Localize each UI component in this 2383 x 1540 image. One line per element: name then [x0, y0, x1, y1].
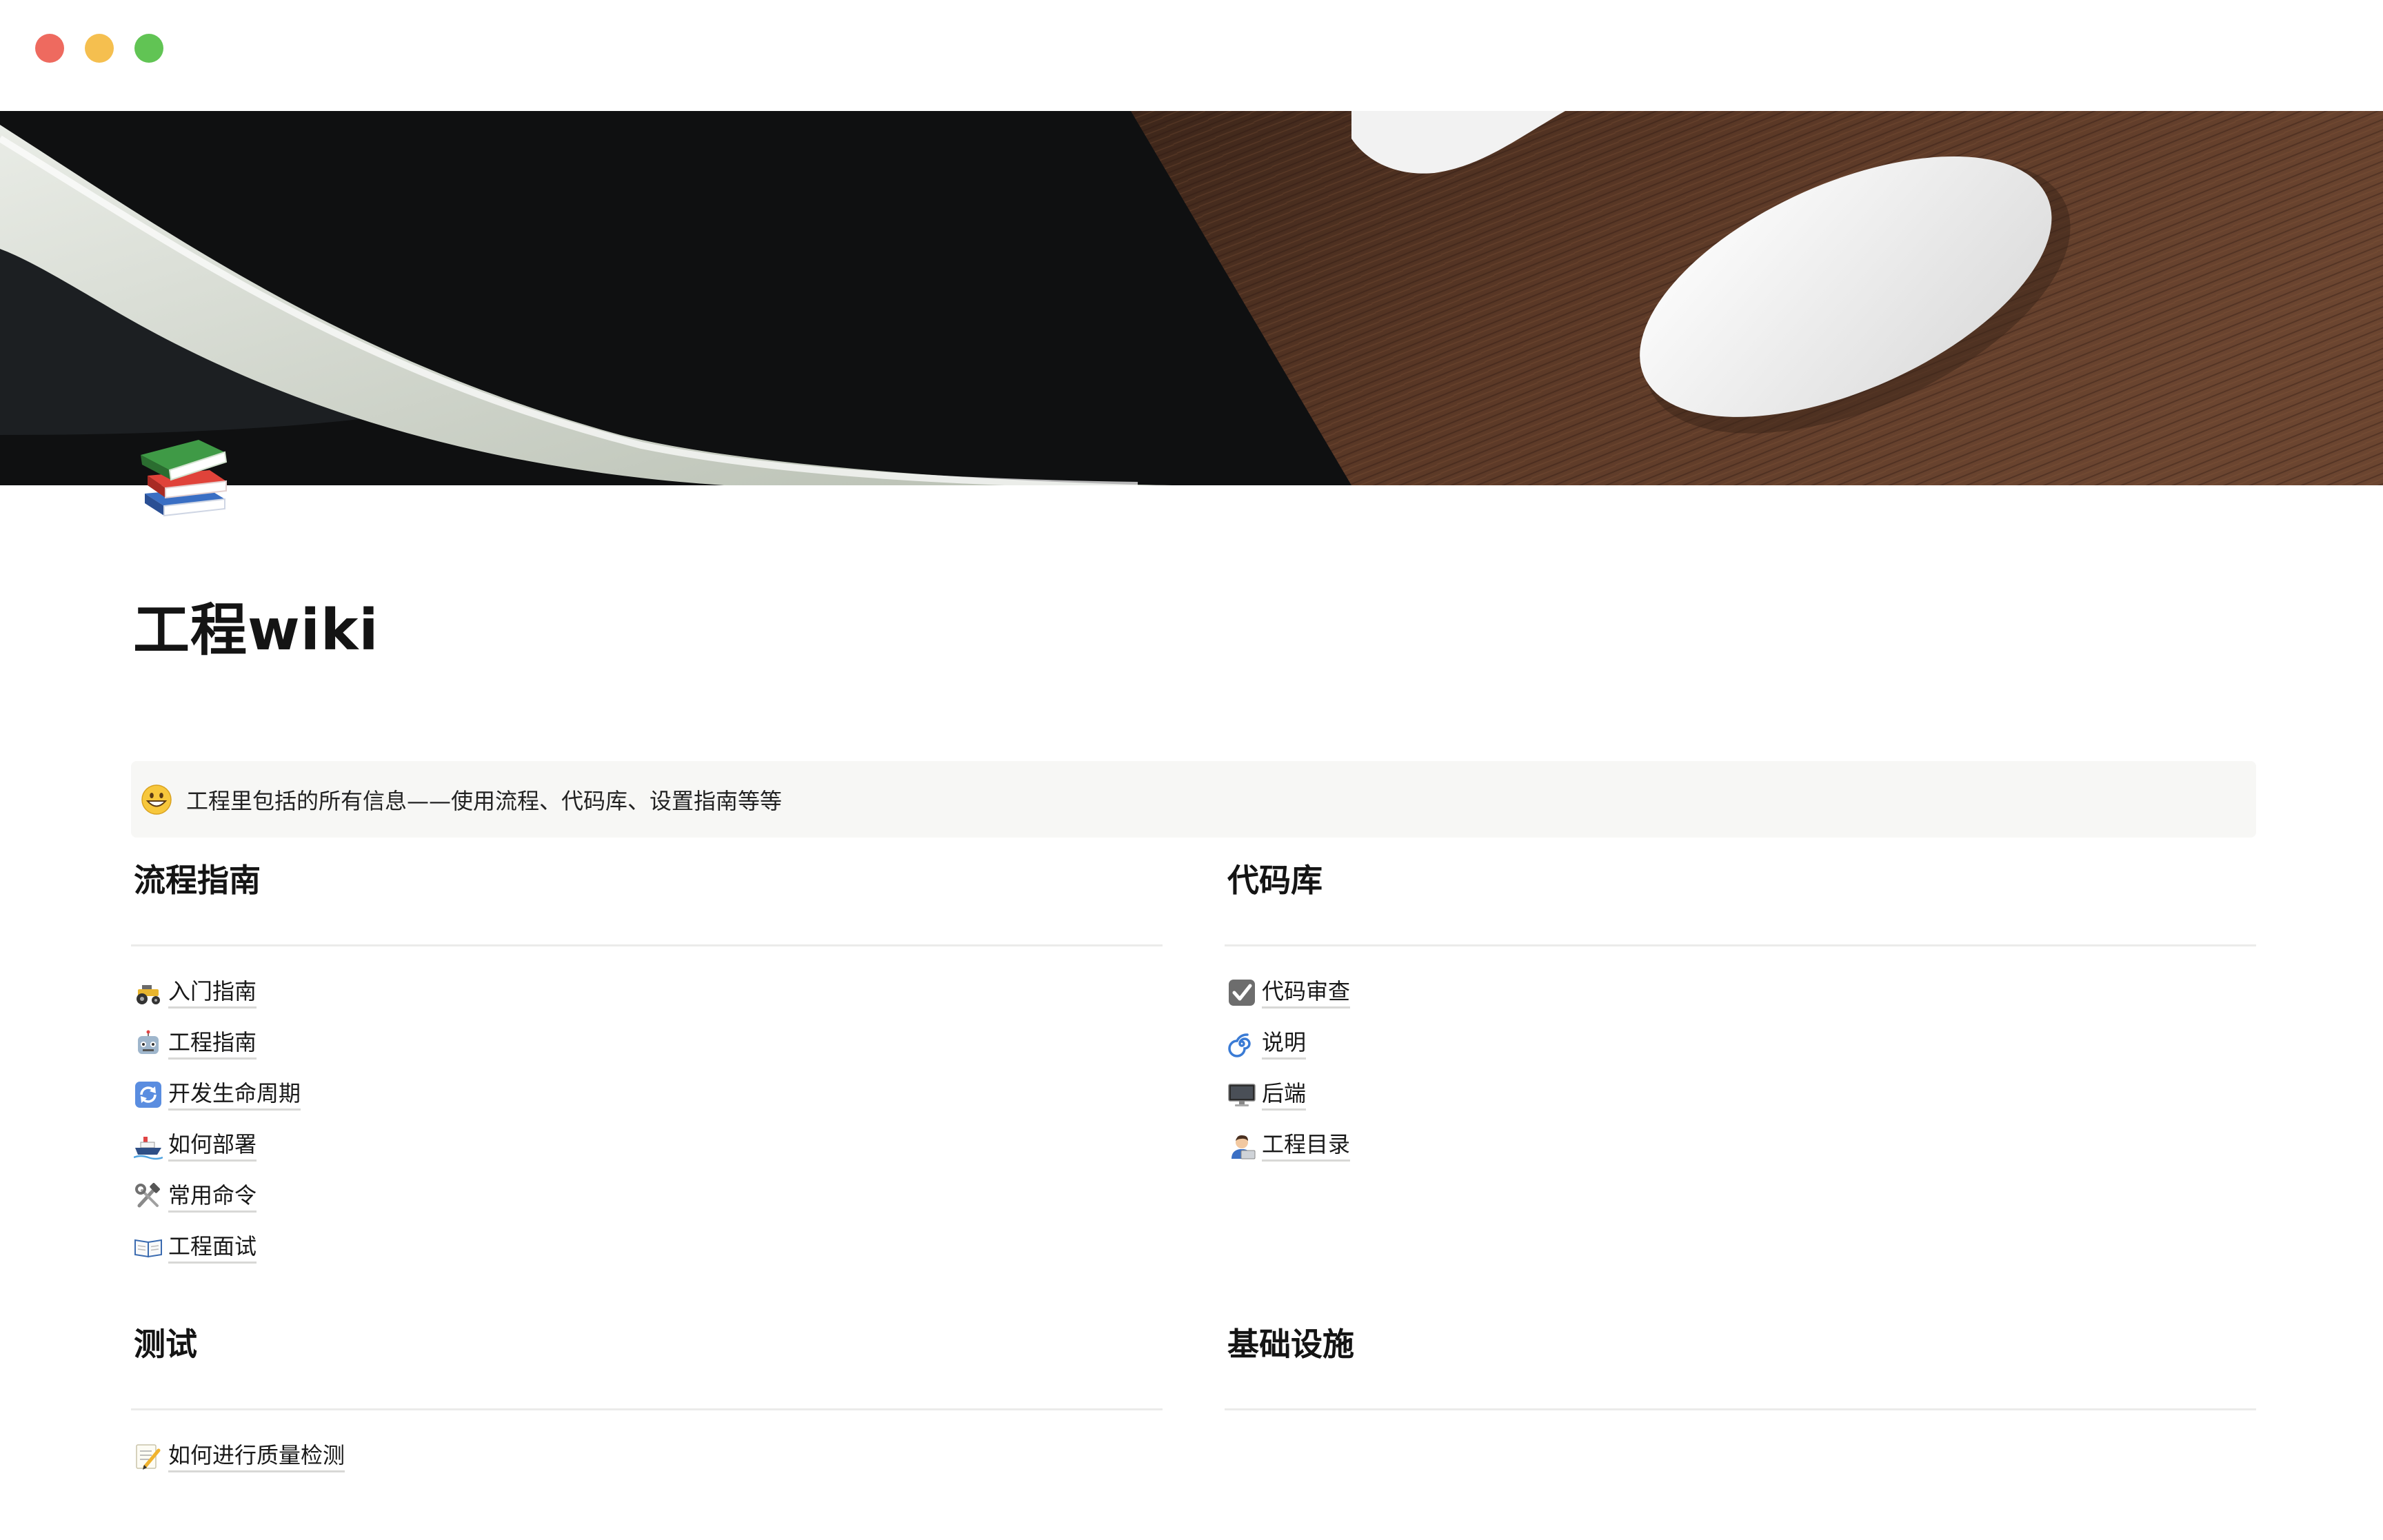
cyclone-icon	[1228, 1033, 1251, 1057]
hammer-and-wrench-icon	[135, 1183, 160, 1208]
list-item-label: 开发生命周期	[168, 1080, 301, 1111]
list-item-deploy[interactable]: 如何部署	[131, 1120, 1163, 1171]
minimize-window-button[interactable]	[85, 34, 114, 63]
section-testing: 测试 如何进行质量检测	[131, 1321, 1163, 1482]
tractor-icon	[137, 985, 160, 1004]
close-window-button[interactable]	[35, 34, 64, 63]
page-title[interactable]: 工程wiki	[133, 593, 379, 669]
callout-block[interactable]: 工程里包括的所有信息——使用流程、代码库、设置指南等等	[131, 761, 2256, 838]
section-codebase: 代码库 代码审查 说明 后端 工程目录	[1225, 858, 2256, 1171]
list-item-interview[interactable]: 工程面试	[131, 1222, 1163, 1273]
list-item-label: 工程面试	[168, 1233, 257, 1264]
callout-text: 工程里包括的所有信息——使用流程、代码库、设置指南等等	[186, 787, 783, 814]
list-item-label: 工程指南	[168, 1029, 257, 1060]
list-item-readme[interactable]: 说明	[1225, 1018, 2256, 1069]
divider	[131, 1408, 1163, 1410]
list-item-label: 入门指南	[168, 977, 257, 1009]
desktop-computer-icon	[1228, 1084, 1256, 1106]
arrows-cycle-icon	[135, 1082, 161, 1108]
list-item-label: 常用命令	[168, 1182, 257, 1213]
ship-icon	[134, 1137, 163, 1160]
zoom-window-button[interactable]	[134, 34, 163, 63]
check-box-icon	[1229, 980, 1255, 1006]
section-heading[interactable]: 代码库	[1225, 858, 2256, 903]
list-item-onboarding[interactable]: 入门指南	[131, 967, 1163, 1018]
list-item-label: 代码审查	[1262, 977, 1351, 1009]
robot-icon	[138, 1030, 159, 1054]
divider	[1225, 1408, 2256, 1410]
list-item-label: 后端	[1262, 1080, 1307, 1111]
list-item-label: 如何进行质量检测	[168, 1441, 345, 1472]
open-book-icon	[134, 1239, 162, 1258]
technologist-icon	[1231, 1135, 1256, 1159]
list-item-label: 工程目录	[1262, 1131, 1351, 1162]
section-infrastructure: 基础设施	[1225, 1321, 2256, 1410]
list-item-engineering-guide[interactable]: 工程指南	[131, 1018, 1163, 1069]
window-controls	[35, 34, 163, 63]
list-item-code-review[interactable]: 代码审查	[1225, 967, 2256, 1018]
section-heading[interactable]: 基础设施	[1225, 1321, 2256, 1367]
divider	[1225, 944, 2256, 946]
list-item-common-commands[interactable]: 常用命令	[131, 1171, 1163, 1222]
page-cover-image	[0, 111, 2383, 485]
list-item-dev-lifecycle[interactable]: 开发生命周期	[131, 1069, 1163, 1120]
divider	[131, 944, 1163, 946]
books-icon[interactable]	[132, 427, 236, 531]
list-item-qa[interactable]: 如何进行质量检测	[131, 1431, 1163, 1482]
grinning-face-icon	[141, 784, 172, 815]
list-item-label: 说明	[1262, 1029, 1307, 1060]
section-heading[interactable]: 流程指南	[131, 858, 1163, 903]
list-item-eng-directory[interactable]: 工程目录	[1225, 1120, 2256, 1171]
list-item-backend[interactable]: 后端	[1225, 1069, 2256, 1120]
memo-icon	[136, 1444, 161, 1470]
section-process-guides: 流程指南 入门指南 工程指南 开发生命周期 如何部署 常用命令 工程面试	[131, 858, 1163, 1273]
section-heading[interactable]: 测试	[131, 1321, 1163, 1367]
list-item-label: 如何部署	[168, 1131, 257, 1162]
